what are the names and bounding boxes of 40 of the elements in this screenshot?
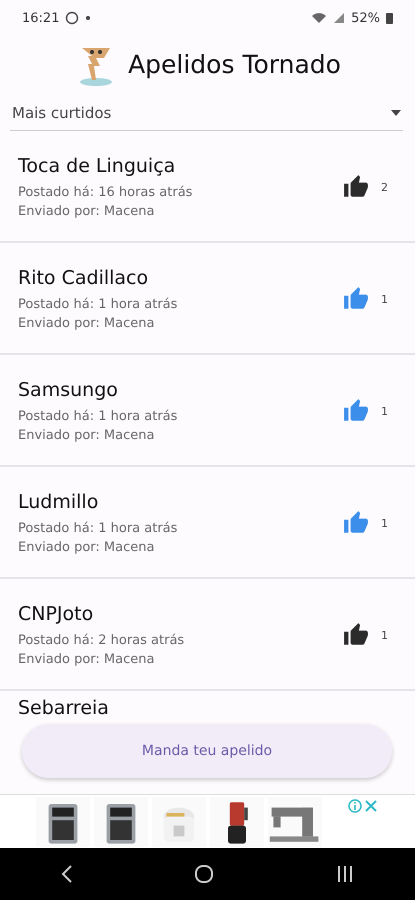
recents-icon[interactable] [336, 865, 354, 883]
post-sender: Enviado por: Macena [18, 204, 156, 219]
thumbs-up-icon[interactable] [343, 286, 369, 312]
thumbs-up-icon[interactable] [343, 398, 369, 424]
sort-dropdown[interactable]: Mais curtidos [10, 98, 403, 131]
like-count: 1 [381, 628, 389, 642]
post-title: Samsungo [18, 379, 119, 401]
post-title: Ludmillo [18, 491, 100, 513]
home-icon[interactable] [194, 864, 214, 884]
post-time: Postado há: 1 hora atrás [18, 521, 178, 536]
post-title: Rito Cadillaco [18, 267, 150, 289]
post-time: Postado há: 1 hora atrás [18, 409, 178, 424]
status-time: 16:21 [22, 10, 60, 26]
post-time: Postado há: 16 horas atrás [18, 185, 194, 200]
thumbs-up-icon[interactable] [343, 510, 369, 536]
wifi-icon [311, 12, 328, 24]
like-count: 1 [381, 404, 389, 418]
post-title: Toca de Linguiça [18, 155, 176, 177]
thumbs-up-icon[interactable] [343, 622, 369, 648]
post-time: Postado há: 2 horas atrás [18, 633, 186, 648]
thumbs-up-icon[interactable] [343, 174, 369, 200]
post-title: CNPJoto [18, 603, 94, 625]
post-sender: Enviado por: Macena [18, 428, 156, 443]
battery-icon [386, 12, 393, 24]
like-count: 2 [381, 180, 389, 194]
signal-icon [333, 12, 346, 24]
post-title: Sebarreia [18, 697, 109, 719]
back-icon[interactable] [60, 864, 73, 884]
post-sender: Enviado por: Macena [18, 652, 156, 667]
app-title: Apelidos Tornado [128, 50, 341, 78]
notification-dot-icon [85, 15, 92, 21]
post-time: Postado há: 1 hora atrás [18, 297, 178, 312]
like-count: 1 [381, 292, 389, 306]
battery-level: 52% [351, 10, 380, 26]
like-count: 1 [381, 516, 389, 530]
submit-nickname-button[interactable]: Manda teu apelido [22, 724, 392, 778]
chat-icon [65, 11, 80, 25]
post-sender: Enviado por: Macena [18, 540, 156, 555]
post-sender: Enviado por: Macena [18, 316, 156, 331]
dropdown-arrow-icon [391, 110, 401, 116]
